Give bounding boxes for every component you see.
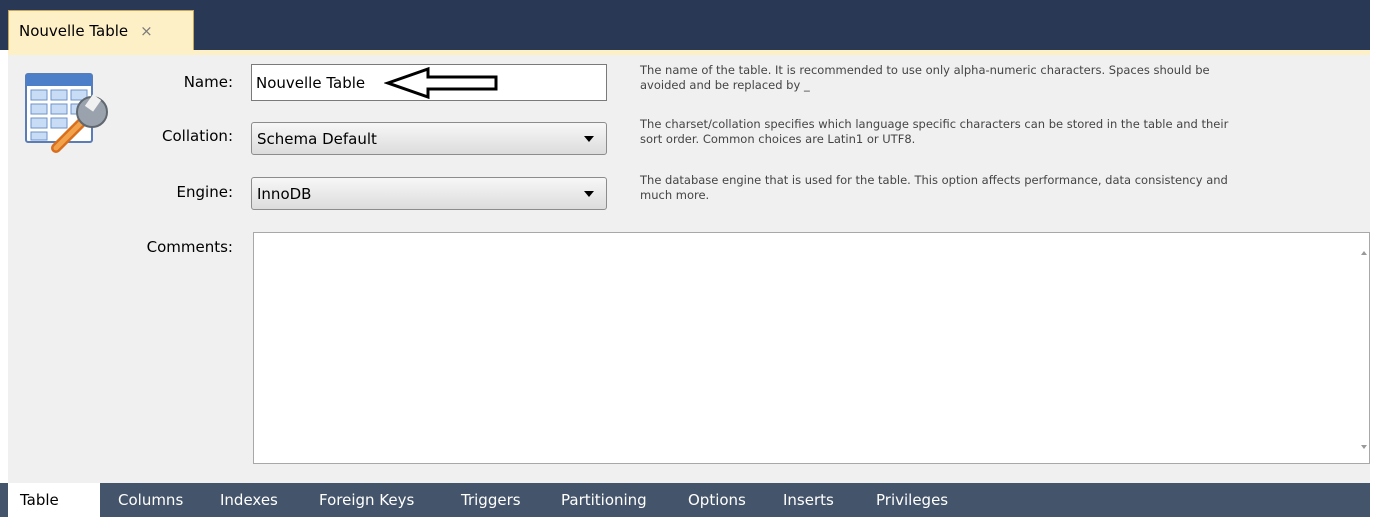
engine-help-text: The database engine that is used for the… <box>640 173 1228 202</box>
scroll-up-icon[interactable] <box>1361 251 1367 255</box>
top-tab-strip <box>0 0 1370 50</box>
tab-triggers[interactable]: Triggers <box>461 483 521 517</box>
engine-value: InnoDB <box>257 184 312 203</box>
tab-partitioning[interactable]: Partitioning <box>561 483 647 517</box>
tab-columns[interactable]: Columns <box>118 483 183 517</box>
tab-privileges[interactable]: Privileges <box>876 483 948 517</box>
name-label: Name: <box>183 73 233 91</box>
arrow-annotation-icon <box>384 66 498 100</box>
tab-inserts[interactable]: Inserts <box>783 483 834 517</box>
document-tab-title: Nouvelle Table <box>19 21 129 40</box>
tab-foreign-keys[interactable]: Foreign Keys <box>319 483 414 517</box>
engine-dropdown[interactable]: InnoDB <box>251 177 607 210</box>
chevron-down-icon <box>584 135 594 142</box>
name-value: Nouvelle Table <box>256 73 366 92</box>
chevron-down-icon <box>584 190 594 197</box>
window-edge <box>1370 0 1375 517</box>
close-icon[interactable]: × <box>140 22 153 40</box>
document-tab[interactable]: Nouvelle Table × <box>8 10 194 50</box>
scroll-down-icon[interactable] <box>1361 445 1367 449</box>
tab-table[interactable]: Table <box>8 483 100 517</box>
collation-dropdown[interactable]: Schema Default <box>251 122 607 155</box>
name-help-text: The name of the table. It is recommended… <box>640 63 1210 92</box>
collation-value: Schema Default <box>257 129 377 148</box>
collation-label: Collation: <box>162 127 233 145</box>
tab-indexes[interactable]: Indexes <box>220 483 278 517</box>
collation-help-text: The charset/collation specifies which la… <box>640 117 1229 146</box>
tab-options[interactable]: Options <box>688 483 746 517</box>
comments-label: Comments: <box>146 238 233 256</box>
engine-label: Engine: <box>176 183 233 201</box>
bottom-tab-bar: Table Columns Indexes Foreign Keys Trigg… <box>0 483 1370 517</box>
comments-textarea[interactable] <box>253 232 1370 464</box>
